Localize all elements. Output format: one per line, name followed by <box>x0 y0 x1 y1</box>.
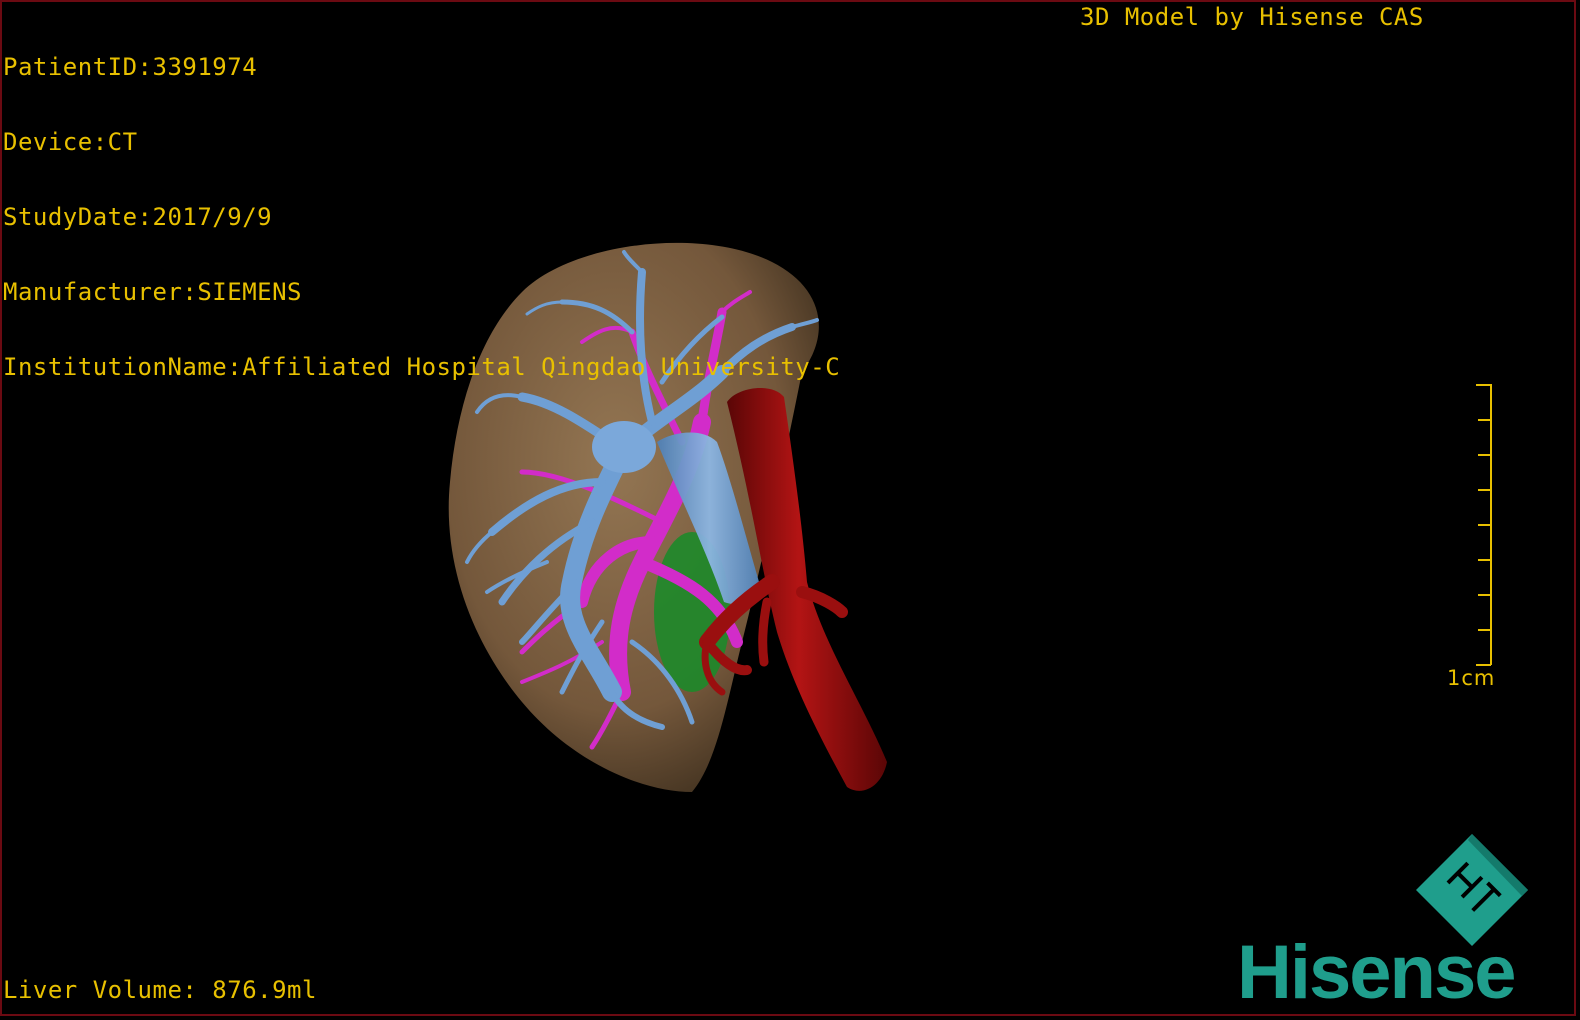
scale-bar <box>1476 384 1492 666</box>
model-credit: 3D Model by Hisense CAS <box>1080 3 1424 31</box>
manufacturer: Manufacturer:SIEMENS <box>3 278 302 306</box>
patient-id: PatientID:3391974 <box>3 53 258 81</box>
patient-info-overlay: PatientID:3391974 Device:CT StudyDate:20… <box>3 5 840 430</box>
hisense-logo: Hisense <box>1237 930 1516 1015</box>
device: Device:CT <box>3 128 138 156</box>
institution-name: InstitutionName:Affiliated Hospital Qing… <box>3 353 841 381</box>
scale-label: 1cm <box>1447 666 1496 690</box>
3d-viewport[interactable]: PatientID:3391974 Device:CT StudyDate:20… <box>0 0 1576 1016</box>
study-date: StudyDate:2017/9/9 <box>3 203 273 231</box>
liver-volume: Liver Volume: 876.9ml <box>3 976 317 1004</box>
